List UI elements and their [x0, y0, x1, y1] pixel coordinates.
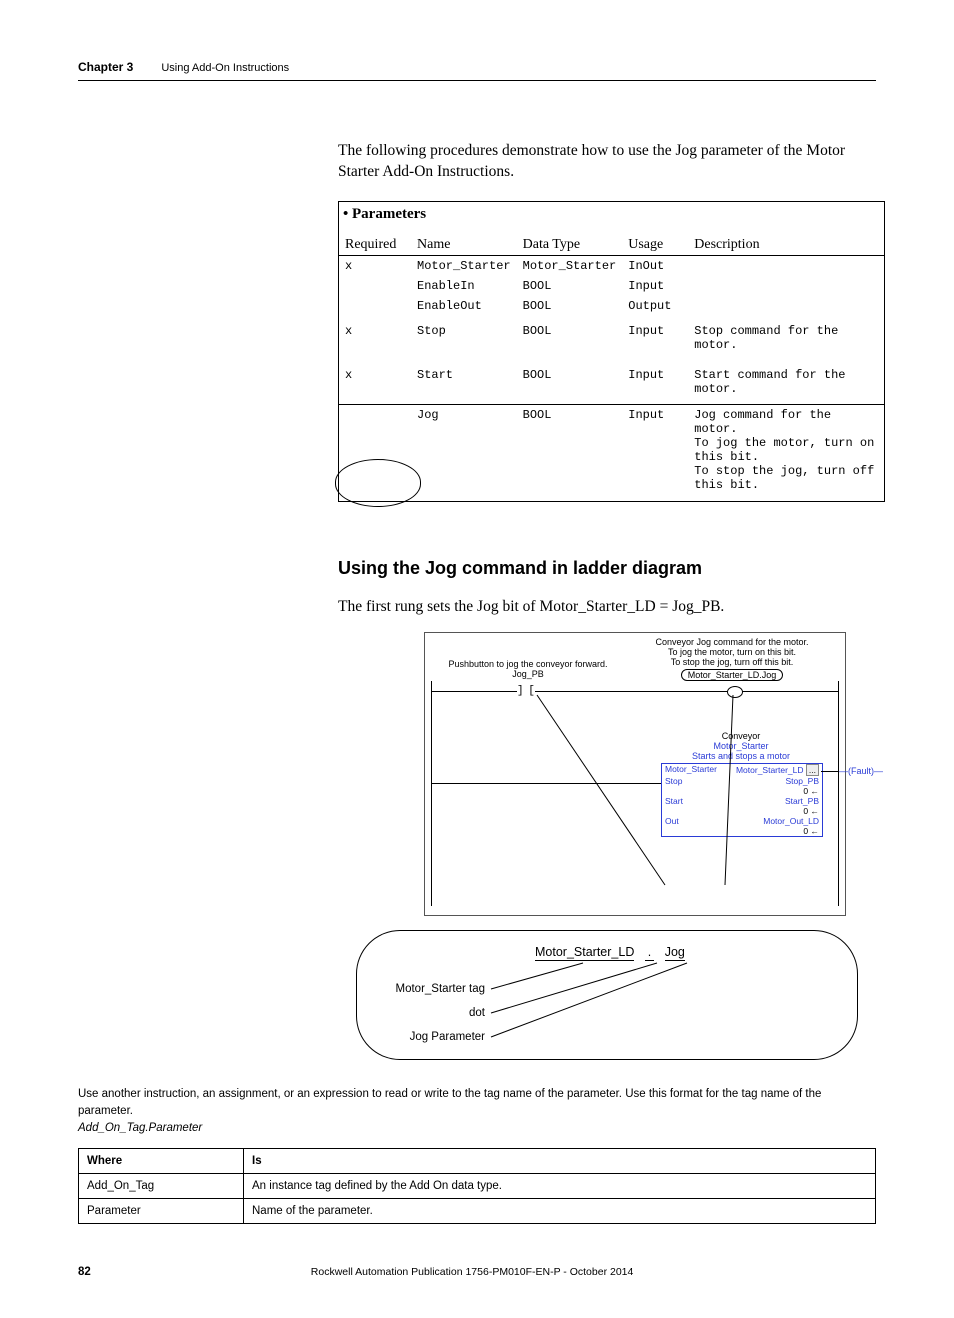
note-format: Add_On_Tag.Parameter [78, 1122, 202, 1134]
fault-label: (Fault) [848, 766, 874, 776]
parameters-table: Required Name Data Type Usage Descriptio… [339, 235, 884, 495]
lbl-dot: dot [377, 1007, 485, 1019]
jog-pb-caption: Pushbutton to jog the conveyor forward. … [443, 659, 613, 680]
format-note: Use another instruction, an assignment, … [78, 1086, 876, 1138]
table-row: JogBOOLInputJog command for the motor.To… [339, 404, 884, 495]
section-heading: Using the Jog command in ladder diagram [338, 558, 876, 579]
section-paragraph: The first rung sets the Jog bit of Motor… [338, 597, 876, 618]
page-footer: 82 Rockwell Automation Publication 1756-… [78, 1266, 876, 1278]
col-required: Required [339, 235, 411, 256]
lbl-param: Jog Parameter [377, 1031, 485, 1043]
block-caption: Conveyor Motor_Starter Starts and stops … [671, 731, 811, 762]
parameters-title: • Parameters [339, 202, 884, 235]
ladder-figure: Pushbutton to jog the conveyor forward. … [424, 632, 846, 916]
xio-contact-icon: ] [ [517, 685, 534, 697]
chapter-title: Using Add-On Instructions [161, 62, 289, 74]
intro-paragraph: The following procedures demonstrate how… [338, 141, 876, 183]
table-row: xMotor_StarterMotor_StarterInOut [339, 255, 884, 276]
expr-tag: Motor_Starter_LD [535, 945, 634, 961]
col-name: Name [411, 235, 517, 256]
col-usage: Usage [622, 235, 688, 256]
table-row: EnableOutBOOLOutput [339, 296, 884, 316]
col-description: Description [688, 235, 884, 256]
where-h1: Where [79, 1148, 244, 1173]
table-row: EnableInBOOLInput [339, 276, 884, 296]
tag-breakdown-bubble: Motor_Starter_LD . Jog Motor_Starter tag… [356, 930, 858, 1060]
jog-out-caption: Conveyor Jog command for the motor. To j… [637, 637, 827, 681]
ellipsis-button[interactable]: ... [806, 764, 819, 776]
table-row: Add_On_Tag An instance tag defined by th… [79, 1173, 876, 1198]
where-h2: Is [244, 1148, 876, 1173]
lbl-tag: Motor_Starter tag [377, 983, 485, 995]
out-tag-pill: Motor_Starter_LD.Jog [681, 669, 784, 681]
chapter-label: Chapter 3 [78, 60, 133, 74]
page-number: 82 [78, 1266, 91, 1278]
publication-info: Rockwell Automation Publication 1756-PM0… [311, 1266, 634, 1278]
breakdown-expr: Motor_Starter_LD . Jog [535, 945, 685, 961]
where-table: Where Is Add_On_Tag An instance tag defi… [78, 1148, 876, 1224]
table-row: xStartBOOLInputStart command for the mot… [339, 360, 884, 405]
page-header: Chapter 3 Using Add-On Instructions [78, 60, 876, 81]
table-row: Parameter Name of the parameter. [79, 1198, 876, 1223]
coil-icon [727, 686, 743, 698]
expr-dot: . [645, 945, 654, 961]
instruction-block: Motor_StarterMotor_Starter_LD ... StopSt… [661, 763, 823, 837]
parameters-figure: • Parameters Required Name Data Type Usa… [338, 201, 885, 502]
col-datatype: Data Type [517, 235, 623, 256]
table-row: xStopBOOLInputStop command for the motor… [339, 316, 884, 360]
expr-param: Jog [665, 945, 685, 961]
